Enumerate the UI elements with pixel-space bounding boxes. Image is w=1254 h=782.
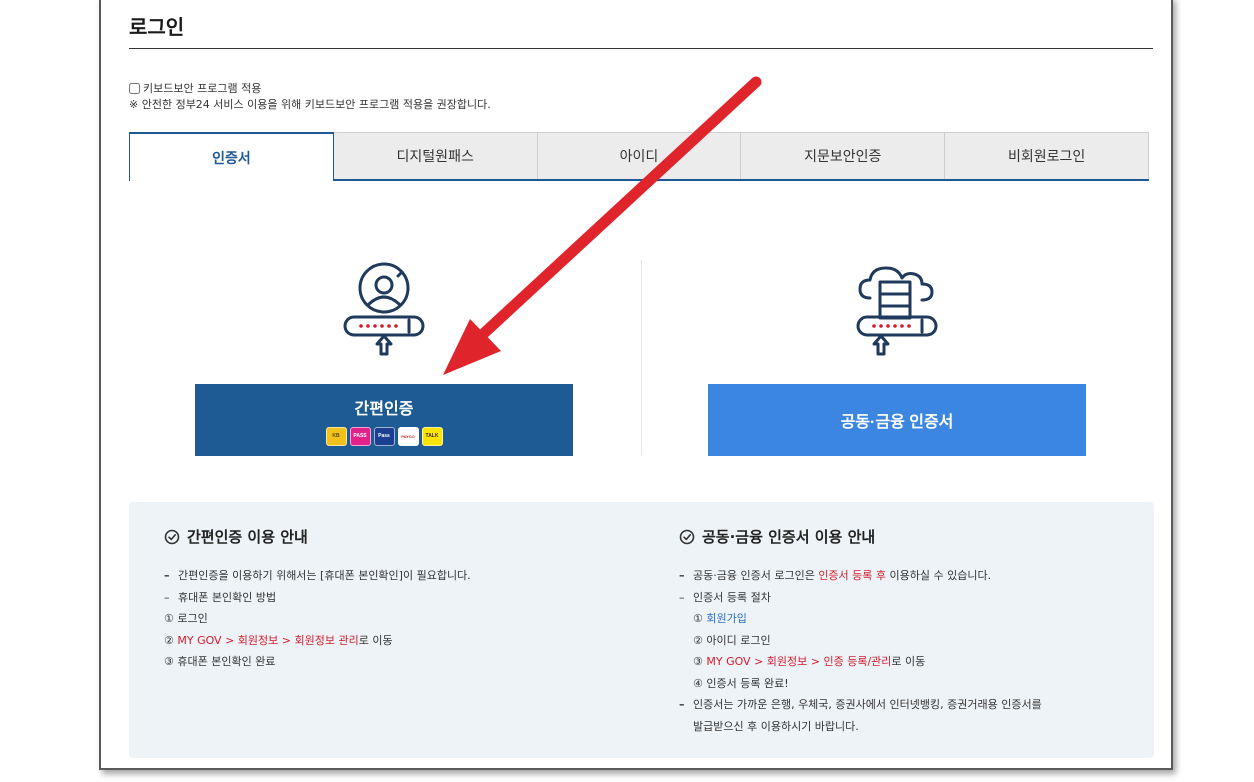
pass-icon: PASS — [349, 426, 371, 446]
easy-guide-title: 간편인증 이용 안내 — [187, 528, 308, 546]
guide-link-text[interactable]: 회원가입 — [706, 612, 746, 625]
payco-icon: PAYCO — [397, 426, 419, 446]
guide-text: 간편인증을 이용하기 위해서는 [휴대폰 본인확인]이 필요합니다. — [178, 569, 471, 582]
guide-text: 공동·금융 인증서 로그인은 — [693, 569, 819, 582]
guide-line-text: 인증서는 가까운 은행, 우체국, 증권사에서 인터넷뱅킹, 증권거래용 인증서… — [693, 694, 1042, 716]
cert-login-button[interactable]: 공동·금융 인증서 — [708, 384, 1086, 456]
guide-line: ① 회원가입 — [679, 608, 1139, 630]
guide-line-text: ② 아이디 로그인 — [693, 630, 771, 652]
dash-bullet: – — [679, 569, 685, 582]
check-circle-icon — [679, 529, 695, 544]
keyboard-security-note: ※ 안전한 정부24 서비스 이용을 위해 키보드보안 프로그램 적용을 권장합… — [129, 98, 491, 111]
guide-text: ③ 휴대폰 본인확인 완료 — [164, 655, 276, 668]
kakao-icon: TALK — [421, 426, 443, 446]
guide-line: ① 로그인 — [164, 608, 634, 630]
guide-line-text: ① 로그인 — [164, 608, 208, 630]
dash-bullet: – — [164, 569, 170, 582]
easy-guide-list: – 간편인증을 이용하기 위해서는 [휴대폰 본인확인]이 필요합니다. – 휴대폰 … — [164, 565, 634, 673]
tab-digital-onepass[interactable]: 디지털원패스 — [333, 132, 538, 179]
login-tabs: 인증서 디지털원패스 아이디 지문보안인증 비회원로그인 — [129, 132, 1149, 181]
easy-auth-button[interactable]: 간편인증 KB PASS Pass PAYCO TALK — [195, 384, 573, 456]
title-divider — [129, 48, 1153, 49]
keyboard-security-option[interactable]: 키보드보안 프로그램 적용 — [129, 80, 261, 96]
dash-bullet: – — [164, 590, 170, 604]
guide-line-text: ① 회원가입 — [693, 608, 747, 630]
guide-text: ③ — [693, 655, 707, 668]
guide-link-text: MY GOV > 회원정보 > 인증 등록/관리 — [706, 655, 892, 668]
guide-link-text: 인증서 등록 후 — [818, 569, 887, 582]
usage-guide: 간편인증 이용 안내 – 간편인증을 이용하기 위해서는 [휴대폰 본인확인]이 … — [129, 502, 1154, 758]
guide-text: 로 이동 — [358, 633, 393, 647]
guide-line: ③ MY GOV > 회원정보 > 인증 등록/관리로 이동 — [679, 651, 1139, 673]
guide-line-text: 발급받으신 후 이용하시기 바랍니다. — [693, 716, 859, 738]
tab-fingerprint[interactable]: 지문보안인증 — [741, 132, 946, 179]
dash-bullet: – — [679, 698, 685, 711]
guide-text: ① — [693, 612, 707, 625]
guide-line-text: ② MY GOV > 회원정보 > 회원정보 관리로 이동 — [164, 630, 393, 652]
option-divider — [641, 260, 642, 455]
guide-text: 인증서 등록 절차 — [693, 590, 771, 604]
tab-non-member[interactable]: 비회원로그인 — [945, 132, 1149, 179]
guide-text: 인증서는 가까운 은행, 우체국, 증권사에서 인터넷뱅킹, 증권거래용 인증서… — [693, 698, 1042, 711]
guide-text: ① 로그인 — [164, 612, 208, 625]
guide-text: 로 이동 — [891, 655, 926, 668]
guide-text: 휴대폰 본인확인 방법 — [178, 590, 277, 604]
guide-line-text: ③ MY GOV > 회원정보 > 인증 등록/관리로 이동 — [693, 651, 925, 673]
guide-text: ④ 인증서 등록 완료! — [693, 676, 789, 690]
login-window: 로그인 키보드보안 프로그램 적용 ※ 안전한 정부24 서비스 이용을 위해 … — [99, 0, 1173, 770]
dash-bullet: – — [679, 590, 685, 604]
guide-line-text: ③ 휴대폰 본인확인 완료 — [164, 651, 275, 673]
keyboard-security-label: 키보드보안 프로그램 적용 — [143, 82, 262, 95]
cert-guide-heading: 공동·금융 인증서 이용 안내 — [679, 526, 1139, 547]
guide-line: – 간편인증을 이용하기 위해서는 [휴대폰 본인확인]이 필요합니다. — [164, 565, 634, 587]
guide-line-text: 간편인증을 이용하기 위해서는 [휴대폰 본인확인]이 필요합니다. — [178, 565, 471, 587]
cert-login-label: 공동·금융 인증서 — [840, 414, 954, 431]
guide-text: ② 아이디 로그인 — [693, 633, 771, 647]
guide-text: ② — [164, 633, 178, 647]
cert-guide-list: – 공동·금융 인증서 로그인은 인증서 등록 후 이용하실 수 있습니다. – 인증… — [679, 565, 1139, 737]
keyboard-security-checkbox[interactable] — [129, 82, 140, 94]
guide-line: ③ 휴대폰 본인확인 완료 — [164, 651, 634, 673]
guide-line-text: 공동·금융 인증서 로그인은 인증서 등록 후 이용하실 수 있습니다. — [693, 565, 991, 587]
guide-line: – 인증서는 가까운 은행, 우체국, 증권사에서 인터넷뱅킹, 증권거래용 인증… — [679, 694, 1139, 716]
cloud-server-password-icon — [856, 266, 938, 356]
easy-guide-heading: 간편인증 이용 안내 — [164, 526, 634, 547]
cert-guide: 공동·금융 인증서 이용 안내 – 공동·금융 인증서 로그인은 인증서 등록 후… — [679, 526, 1139, 737]
guide-line-text: 휴대폰 본인확인 방법 — [178, 587, 276, 609]
kb-icon: KB — [325, 426, 347, 446]
guide-line: – 공동·금융 인증서 로그인은 인증서 등록 후 이용하실 수 있습니다. — [679, 565, 1139, 587]
tab-certificate[interactable]: 인증서 — [129, 132, 334, 181]
page-title: 로그인 — [129, 15, 185, 39]
guide-line: ② 아이디 로그인 — [679, 630, 1139, 652]
provider-icons: KB PASS Pass PAYCO TALK — [325, 426, 443, 446]
user-password-icon — [343, 262, 425, 356]
check-circle-icon — [164, 529, 180, 544]
easy-auth-label: 간편인증 — [354, 400, 414, 418]
guide-line-text: 인증서 등록 절차 — [693, 587, 771, 609]
guide-line: – 인증서 등록 절차 — [679, 587, 1139, 609]
guide-line: – 휴대폰 본인확인 방법 — [164, 587, 634, 609]
samsung-pass-icon: Pass — [373, 426, 395, 446]
guide-line-text: ④ 인증서 등록 완료! — [693, 673, 789, 695]
easy-guide: 간편인증 이용 안내 – 간편인증을 이용하기 위해서는 [휴대폰 본인확인]이 … — [164, 526, 634, 673]
guide-text: 발급받으신 후 이용하시기 바랍니다. — [693, 719, 859, 733]
guide-link-text: MY GOV > 회원정보 > 회원정보 관리 — [177, 633, 359, 647]
guide-line: 발급받으신 후 이용하시기 바랍니다. — [679, 716, 1139, 738]
guide-line: ② MY GOV > 회원정보 > 회원정보 관리로 이동 — [164, 630, 634, 652]
cert-guide-title: 공동·금융 인증서 이용 안내 — [702, 528, 876, 546]
guide-text: 이용하실 수 있습니다. — [886, 569, 992, 582]
guide-line: ④ 인증서 등록 완료! — [679, 673, 1139, 695]
tab-id[interactable]: 아이디 — [537, 132, 742, 179]
